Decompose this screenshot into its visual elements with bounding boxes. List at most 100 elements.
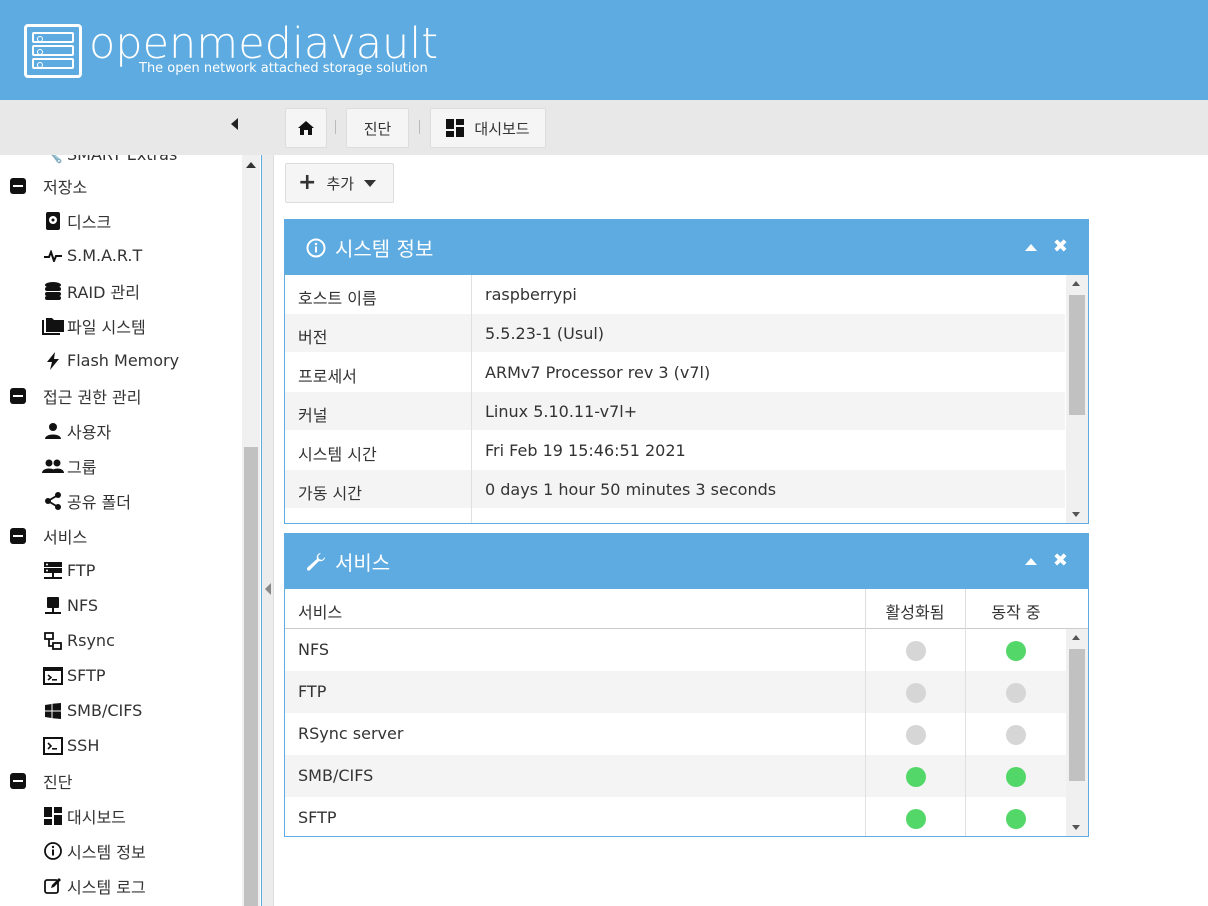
sidebar-item-groups[interactable]: 그룹 [42,448,96,483]
sidebar-item-sftp[interactable]: SFTP [42,658,106,693]
service-name: RSync server [298,724,404,743]
table-row[interactable]: FTP [285,671,1067,713]
sidebar-item-dashboard[interactable]: 대시보드 [42,798,126,833]
service-name: NFS [298,640,330,659]
breadcrumb-separator [335,120,336,134]
windows-icon [42,700,64,722]
panel-header: 시스템 정보 ✖ [285,220,1088,275]
running-status-indicator [1006,641,1026,661]
dashboard-icon [42,805,64,827]
server-icon [42,560,64,582]
system-info-table: 호스트 이름 raspberrypi 버전 5.5.23-1 (Usul) 프로세서… [285,275,1088,523]
sidebar-item-system-log[interactable]: 시스템 로그 [42,868,146,903]
scroll-down-icon[interactable] [1072,512,1080,517]
collapse-sidebar-icon[interactable] [225,116,245,136]
column-header-enabled[interactable]: 활성화됨 [865,599,965,623]
info-circle-icon [42,840,64,862]
sidebar-category-services[interactable]: 서비스 [10,518,87,553]
panel-title: 시스템 정보 [335,237,434,261]
sync-network-icon [42,630,64,652]
running-status-indicator [1006,809,1026,829]
services-table: NFS FTP RSync server SMB/CIFS SFTP [285,629,1088,836]
panel-title: 서비스 [335,551,391,575]
table-row[interactable]: NFS [285,629,1067,671]
sidebar-scrollbar[interactable] [242,155,260,906]
sidebar-item-system-info[interactable]: 시스템 정보 [42,833,146,868]
sidebar-item-ssh[interactable]: SSH [42,728,99,763]
scrollbar-thumb[interactable] [1069,649,1085,781]
console-icon [42,735,64,757]
info-circle-icon [305,237,327,259]
sidebar-item-disks[interactable]: 디스크 [42,203,111,238]
table-row: 가동 시간 0 days 1 hour 50 minutes 3 seconds [285,470,1065,509]
breadcrumb-dashboard[interactable]: 대시보드 [430,108,546,148]
sidebar-item-filesystems[interactable]: 파일 시스템 [42,308,146,343]
sidebar-category-storage[interactable]: 저장소 [10,168,87,203]
scroll-up-icon[interactable] [246,162,256,168]
breadcrumb-diagnostics[interactable]: 진단 [346,108,409,148]
enabled-status-indicator [906,809,926,829]
scrollbar-thumb[interactable] [244,447,258,906]
sidebar-item-users[interactable]: 사용자 [42,413,111,448]
service-name: FTP [298,682,327,701]
breadcrumb-home[interactable] [285,108,327,148]
scroll-up-icon[interactable] [1072,281,1080,286]
scrollbar-thumb[interactable] [1069,295,1085,415]
scroll-down-icon[interactable] [1072,825,1080,830]
sidebar-item-flash-memory[interactable]: Flash Memory [42,343,179,378]
sidebar-category-access[interactable]: 접근 권한 관리 [10,378,142,413]
sidebar-item-smart[interactable]: S.M.A.R.T [42,238,142,273]
terminal-window-icon [42,665,64,687]
network-drive-icon [42,595,64,617]
sidebar-item-raid[interactable]: RAID 관리 [42,273,140,308]
panel-scrollbar[interactable] [1066,275,1088,523]
add-widget-label: 추가 [326,174,355,193]
running-status-indicator [1006,683,1026,703]
sidebar-splitter[interactable] [262,155,274,906]
chevron-down-icon [364,179,377,187]
close-icon[interactable]: ✖ [1053,552,1068,570]
wrench-icon: 🔧 [42,155,64,166]
table-row[interactable]: SFTP [285,797,1067,836]
collapse-minus-icon [10,387,26,404]
column-header-service[interactable]: 서비스 [298,599,342,623]
group-icon [42,455,64,477]
sidebar-item-rsync[interactable]: Rsync [42,623,115,658]
collapse-panel-icon[interactable] [1024,243,1037,251]
collapse-arrow-icon[interactable] [265,583,271,595]
table-row: 커널 Linux 5.10.11-v7l+ [285,392,1065,431]
panel-header: 서비스 ✖ [285,534,1088,589]
sidebar-item-smb-cifs[interactable]: SMB/CIFS [42,693,142,728]
enabled-status-indicator [906,641,926,661]
collapse-minus-icon [10,177,26,194]
system-info-panel: 시스템 정보 ✖ 호스트 이름 raspberrypi 버전 5.5.23-1 (U… [284,219,1089,524]
add-widget-button[interactable]: + 추가 [285,163,394,203]
app-header: openmediavault The open network attached… [0,0,1208,100]
disk-icon [42,210,64,232]
dashboard-icon [446,119,465,137]
column-header-running[interactable]: 동작 중 [965,599,1067,623]
collapse-minus-icon [10,772,26,789]
sidebar-category-diagnostics[interactable]: 진단 [10,763,72,798]
close-icon[interactable]: ✖ [1053,238,1068,256]
scroll-up-icon[interactable] [1072,635,1080,640]
wrench-icon [305,551,327,573]
table-row: 버전 5.5.23-1 (Usul) [285,314,1065,353]
panel-scrollbar[interactable] [1066,629,1088,836]
table-row[interactable]: SMB/CIFS [285,755,1067,797]
collapse-minus-icon [10,527,26,544]
services-panel: 서비스 ✖ 서비스 활성화됨 동작 중 NFS FTP RSync server SM… [284,533,1089,837]
breadcrumb-dashboard-label: 대시보드 [474,119,530,138]
table-row [285,509,1065,523]
enabled-status-indicator [906,767,926,787]
brand-tagline: The open network attached storage soluti… [139,61,428,76]
sidebar-item-nfs[interactable]: NFS [42,588,98,623]
enabled-status-indicator [906,725,926,745]
sidebar-item-ftp[interactable]: FTP [42,553,95,588]
table-row: 호스트 이름 raspberrypi [285,275,1065,314]
table-row[interactable]: RSync server [285,713,1067,755]
sidebar-item-shared-folders[interactable]: 공유 폴더 [42,483,131,518]
toolbar-band [0,100,1208,155]
breadcrumb-separator [419,120,420,134]
collapse-panel-icon[interactable] [1024,557,1037,565]
